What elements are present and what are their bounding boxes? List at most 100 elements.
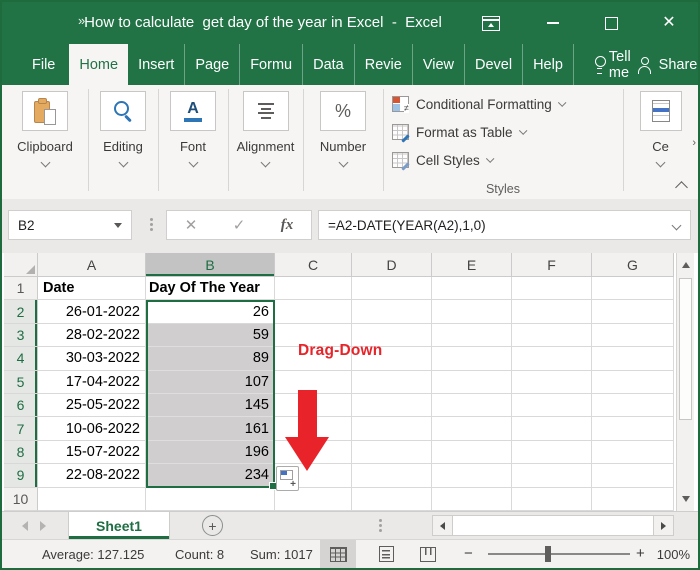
cell-a5[interactable]: 17-04-2022 <box>38 370 146 394</box>
cell-b6[interactable]: 145 <box>146 393 275 418</box>
scroll-right-button[interactable] <box>654 516 673 535</box>
share-button[interactable]: Share <box>636 44 697 85</box>
enter-entry-button[interactable]: ✓ <box>233 216 246 234</box>
normal-view-button[interactable] <box>320 540 356 568</box>
cell-a10[interactable] <box>38 487 146 511</box>
menu-tab-page-layout[interactable]: Page <box>184 44 239 85</box>
menu-tab-home[interactable]: Home <box>69 44 129 85</box>
cell-a9[interactable]: 22-08-2022 <box>38 464 146 488</box>
zoom-slider[interactable] <box>488 546 630 562</box>
ribbon-scroll-right-icon[interactable]: › <box>692 137 696 149</box>
cell-styles-button[interactable]: Cell Styles <box>392 150 494 170</box>
menu-tab-formulas[interactable]: Formu <box>239 44 302 85</box>
cell[interactable] <box>512 464 592 488</box>
ribbon-group-font[interactable]: A Font <box>158 85 228 199</box>
cell[interactable] <box>352 370 432 394</box>
cell-a8[interactable]: 15-07-2022 <box>38 440 146 465</box>
cell-a6[interactable]: 25-05-2022 <box>38 393 146 418</box>
ribbon-group-editing[interactable]: Editing <box>88 85 158 199</box>
cell[interactable] <box>592 370 674 394</box>
cell[interactable] <box>352 417 432 441</box>
cell[interactable] <box>592 277 674 301</box>
row-header-9[interactable]: 9 <box>4 464 38 488</box>
scroll-left-button[interactable] <box>433 516 452 535</box>
cell-b1[interactable]: Day Of The Year <box>146 277 275 301</box>
cell[interactable] <box>352 393 432 418</box>
cell[interactable] <box>275 487 352 511</box>
cancel-entry-button[interactable]: ✕ <box>185 216 198 234</box>
cell[interactable] <box>512 277 592 301</box>
previous-sheet-button[interactable] <box>22 520 28 531</box>
cell[interactable] <box>512 347 592 371</box>
row-header-6[interactable]: 6 <box>4 393 38 418</box>
menu-tab-developer[interactable]: Devel <box>464 44 522 85</box>
scroll-down-button[interactable] <box>677 489 694 509</box>
row-header-7[interactable]: 7 <box>4 417 38 441</box>
page-layout-view-button[interactable] <box>368 540 404 568</box>
menu-tab-data[interactable]: Data <box>302 44 354 85</box>
cell[interactable] <box>512 417 592 441</box>
cell[interactable] <box>512 370 592 394</box>
cell-b7[interactable]: 161 <box>146 417 275 441</box>
cell[interactable] <box>432 487 512 511</box>
cell[interactable] <box>432 440 512 465</box>
next-sheet-button[interactable] <box>40 520 46 531</box>
cell-b3[interactable]: 59 <box>146 323 275 348</box>
column-header-f[interactable]: F <box>512 253 592 277</box>
cell-b4[interactable]: 89 <box>146 347 275 371</box>
cell[interactable] <box>432 464 512 488</box>
cell[interactable] <box>432 370 512 394</box>
zoom-slider-thumb[interactable] <box>544 546 551 562</box>
cell[interactable] <box>512 300 592 324</box>
cell[interactable] <box>432 323 512 348</box>
cell-b9[interactable]: 234 <box>146 464 275 488</box>
row-header-1[interactable]: 1 <box>4 277 38 301</box>
cell-a2[interactable]: 26-01-2022 <box>38 300 146 324</box>
page-break-view-button[interactable] <box>410 540 446 568</box>
menu-tab-view[interactable]: View <box>411 44 464 85</box>
cell[interactable] <box>592 487 674 511</box>
horizontal-scroll-thumb[interactable] <box>452 516 654 535</box>
menu-tab-help[interactable]: Help <box>522 44 574 85</box>
vertical-scrollbar[interactable] <box>676 253 694 511</box>
cell[interactable] <box>432 417 512 441</box>
cell-b10[interactable] <box>146 487 275 511</box>
scroll-up-button[interactable] <box>677 255 694 275</box>
cell[interactable] <box>275 277 352 301</box>
cell[interactable] <box>592 393 674 418</box>
minimize-button[interactable] <box>536 2 570 44</box>
cell[interactable] <box>275 300 352 324</box>
cell-b5[interactable]: 107 <box>146 370 275 394</box>
vertical-scroll-thumb[interactable] <box>679 278 692 420</box>
conditional-formatting-button[interactable]: ≠ Conditional Formatting <box>392 94 566 114</box>
cell[interactable] <box>352 487 432 511</box>
cell[interactable] <box>592 300 674 324</box>
cell[interactable] <box>352 277 432 301</box>
cell[interactable] <box>592 417 674 441</box>
cell[interactable] <box>432 347 512 371</box>
collapse-ribbon-button[interactable] <box>672 177 690 194</box>
cell[interactable] <box>432 393 512 418</box>
sheet-tab-sheet1[interactable]: Sheet1 <box>68 512 170 539</box>
tell-me[interactable]: Tell me <box>594 44 636 85</box>
zoom-out-button[interactable]: − <box>464 545 473 562</box>
cell[interactable] <box>512 323 592 348</box>
add-sheet-button[interactable]: + <box>202 515 223 536</box>
insert-function-button[interactable]: fx <box>281 217 294 234</box>
horizontal-scrollbar[interactable] <box>432 515 674 536</box>
row-header-8[interactable]: 8 <box>4 440 38 465</box>
row-header-2[interactable]: 2 <box>4 300 38 324</box>
cell[interactable] <box>512 393 592 418</box>
name-box[interactable]: B2 <box>8 210 132 240</box>
menu-tab-review[interactable]: Revie <box>353 44 412 85</box>
cell-a4[interactable]: 30-03-2022 <box>38 347 146 371</box>
cell-a1[interactable]: Date <box>38 277 146 301</box>
formula-input[interactable]: =A2-DATE(YEAR(A2),1,0) <box>318 210 691 240</box>
column-header-e[interactable]: E <box>432 253 512 277</box>
row-header-3[interactable]: 3 <box>4 323 38 348</box>
column-header-g[interactable]: G <box>592 253 674 277</box>
cell[interactable] <box>432 277 512 301</box>
select-all-corner[interactable] <box>4 253 38 277</box>
row-header-5[interactable]: 5 <box>4 370 38 394</box>
cell[interactable] <box>592 347 674 371</box>
